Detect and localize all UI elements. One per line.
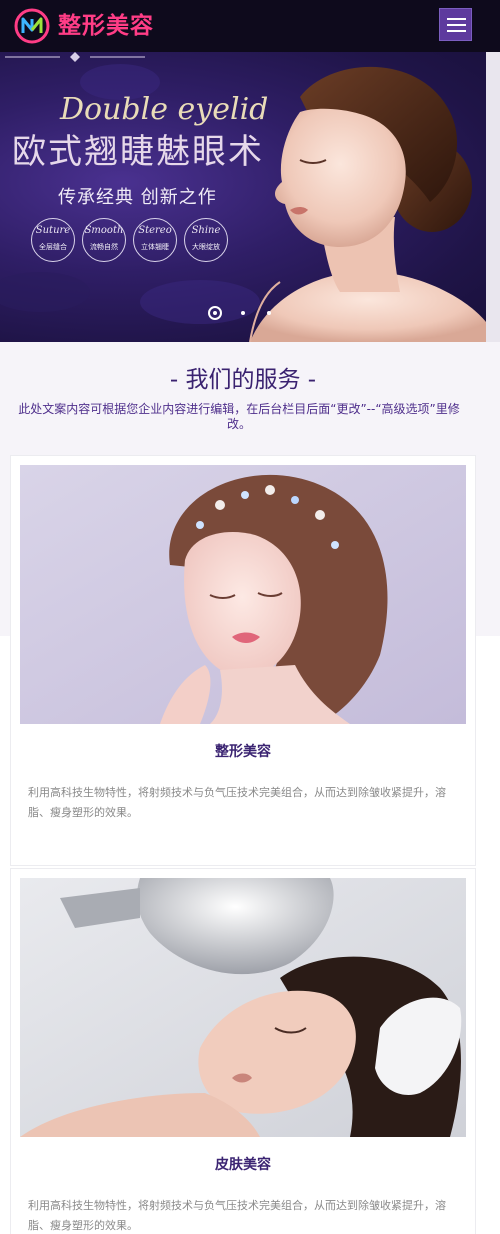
badge-en: Smooth [84, 225, 124, 236]
badge-stereo: Stereo 立体翘睫 [133, 218, 177, 262]
service-card-title[interactable]: 皮肤美容 [11, 1154, 475, 1174]
carousel-dot-active[interactable] [208, 306, 222, 320]
service-card-title[interactable]: 整形美容 [11, 741, 475, 761]
banner-title: 欧式翘睫魅眼术 [12, 132, 264, 172]
badge-suture: Suture 全层缝合 [31, 218, 75, 262]
badge-en: Stereo [138, 225, 172, 236]
badge-cn: 立体翘睫 [141, 243, 169, 251]
service-card-text: 利用高科技生物特性，将射频技术与负气压技术完美组合，从而达到除皱收紧提升，溶脂、… [28, 786, 446, 819]
badge-cn: 大眼绽放 [192, 243, 220, 251]
service-card-image[interactable] [20, 878, 466, 1137]
badge-cn: 流畅自然 [90, 243, 118, 251]
brand-name[interactable]: 整形美容 [58, 10, 154, 42]
service-card-image[interactable] [20, 465, 466, 724]
carousel-dot[interactable] [267, 311, 271, 315]
banner-subtitle: 传承经典 创新之作 [58, 187, 217, 208]
hero-banner[interactable]: Double eyelid 欧式翘睫魅眼术 传承经典 创新之作 Suture 全… [0, 52, 486, 342]
service-card[interactable]: 皮肤美容 利用高科技生物特性，将射频技术与负气压技术完美组合，从而达到除皱收紧提… [10, 868, 476, 1234]
badge-en: Suture [35, 225, 71, 236]
menu-button[interactable] [439, 8, 472, 41]
site-header: 整形美容 [0, 0, 500, 52]
service-card[interactable]: 整形美容 利用高科技生物特性，将射频技术与负气压技术完美组合，从而达到除皱收紧提… [10, 455, 476, 866]
services-title: - 我们的服务 - [169, 367, 317, 393]
hamburger-menu-icon-bar [447, 24, 466, 26]
services-description: 此处文案内容可根据您企业内容进行编辑，在后台栏目后面“更改”--“高级选项”里修… [18, 402, 460, 431]
carousel-dot[interactable] [241, 311, 245, 315]
nm-logo-icon[interactable] [14, 8, 50, 44]
badge-cn: 全层缝合 [39, 243, 67, 251]
banner-scroll-gutter [486, 52, 500, 342]
badge-en: Shine [191, 225, 221, 236]
banner-script-text: Double eyelid [60, 92, 269, 127]
banner-ornament-icon [5, 52, 145, 62]
service-card-text: 利用高科技生物特性，将射频技术与负气压技术完美组合，从而达到除皱收紧提升，溶脂、… [28, 1199, 446, 1232]
badge-smooth: Smooth 流畅自然 [82, 218, 126, 262]
hamburger-menu-icon [447, 18, 466, 20]
hamburger-menu-icon-bar [447, 30, 466, 32]
badge-shine: Shine 大眼绽放 [184, 218, 228, 262]
